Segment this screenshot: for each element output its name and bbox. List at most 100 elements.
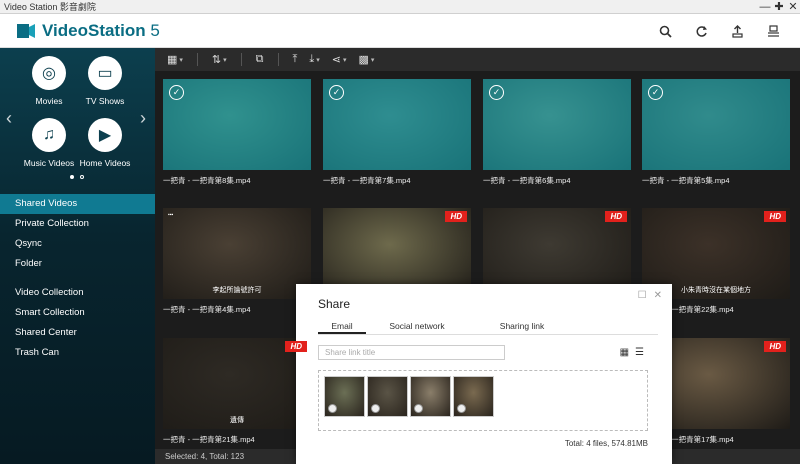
video-thumbnail[interactable]: HD 遺傳 (163, 338, 311, 429)
remove-check-icon[interactable] (328, 404, 337, 413)
selected-files-area (318, 370, 648, 431)
video-tile[interactable]: HD 遺傳 一把青 - 一把青第21集.mp4 (163, 338, 311, 445)
dialog-title: Share (318, 297, 351, 311)
grid-view-icon[interactable]: ▦ ▾ (163, 50, 187, 69)
upload-icon[interactable]: ⤒ (289, 50, 302, 69)
video-thumbnail[interactable]: ▪▪▪ 李起所論號許可 (163, 208, 311, 299)
video-thumbnail[interactable]: ✓ (323, 79, 471, 170)
video-thumbnail[interactable]: ✓ (483, 79, 631, 170)
video-thumbnail[interactable]: ✓ (642, 79, 790, 170)
grid-view-icon[interactable]: ▦ (620, 347, 629, 358)
sidebar-item-smart-collection[interactable]: Smart Collection (0, 303, 155, 323)
video-name: 一把青 - 一把青第21集.mp4 (163, 435, 255, 444)
hd-badge: HD (764, 341, 786, 352)
category-home-videos[interactable]: ▶ Home Videos (75, 118, 135, 168)
sidebar-item-folder[interactable]: Folder (0, 254, 155, 274)
video-tile[interactable]: ✓ 一把青 - 一把青第8集.mp4 (163, 79, 311, 186)
carousel-dots (70, 175, 84, 179)
selected-check-icon[interactable]: ✓ (169, 85, 184, 100)
sort-icon[interactable]: ⇅ ▾ (208, 50, 231, 69)
tab-sharing-link[interactable]: Sharing link (482, 321, 562, 334)
app-name: VideoStation (42, 20, 146, 40)
category-label: Home Videos (79, 158, 131, 168)
download-icon[interactable]: ⤓ ▾ (305, 50, 323, 69)
sidebar-item-shared-center[interactable]: Shared Center (0, 323, 155, 343)
category-tv-shows[interactable]: ▭ TV Shows (75, 56, 135, 106)
video-thumbnail[interactable]: HD 小朱青時沒在某個地方 (642, 208, 790, 299)
selected-check-icon[interactable]: ✓ (489, 85, 504, 100)
subtitle-text: 遺傳 (230, 417, 244, 424)
sidebar-item-video-collection[interactable]: Video Collection (0, 283, 155, 303)
selected-check-icon[interactable]: ✓ (648, 85, 663, 100)
hd-badge: HD (605, 211, 627, 222)
video-tile[interactable]: ✓ 一把青 - 一把青第5集.mp4 (642, 79, 790, 186)
film-reel-icon: ◎ (32, 56, 66, 90)
qr-code-icon[interactable]: ▩ ▾ (355, 50, 379, 69)
video-tile[interactable]: ▪▪▪ 李起所論號許可 一把青 - 一把青第4集.mp4 (163, 208, 311, 315)
refresh-icon[interactable] (690, 20, 712, 42)
camcorder-icon: ▶ (88, 118, 122, 152)
music-note-icon: ♫ (32, 118, 66, 152)
sidebar-nav: Shared Videos Private Collection Qsync F… (0, 194, 155, 363)
category-carousel: ‹ › ◎ Movies ▭ TV Shows ♫ Music Videos ▶… (0, 48, 155, 188)
share-dialog: Share ☐ ✕ Email Social network Sharing l… (296, 284, 672, 464)
sidebar-item-private-collection[interactable]: Private Collection (0, 214, 155, 234)
file-thumbnail[interactable] (367, 376, 408, 417)
share-link-title-input[interactable] (318, 345, 505, 360)
video-thumbnail[interactable]: ✓ (163, 79, 311, 170)
app-header: VideoStation 5 (0, 14, 800, 48)
remove-check-icon[interactable] (371, 404, 380, 413)
category-label: TV Shows (85, 96, 125, 106)
carousel-dot[interactable] (80, 175, 84, 179)
hd-badge: HD (764, 211, 786, 222)
video-name: 一把青 - 一把青第8集.mp4 (163, 176, 251, 185)
app-logo: VideoStation 5 (0, 21, 160, 41)
list-view-icon[interactable]: ☰ (635, 347, 644, 358)
close-button[interactable]: ✕ (786, 0, 800, 14)
remove-check-icon[interactable] (414, 404, 423, 413)
tab-social-network[interactable]: Social network (372, 321, 462, 334)
minimize-button[interactable]: — (758, 0, 772, 14)
upload-icon[interactable] (726, 20, 748, 42)
sidebar-item-qsync[interactable]: Qsync (0, 234, 155, 254)
video-name: 一把青 - 一把青第6集.mp4 (483, 176, 571, 185)
subtitle-text: 小朱青時沒在某個地方 (681, 287, 751, 294)
category-movies[interactable]: ◎ Movies (19, 56, 79, 106)
category-label: Movies (35, 96, 63, 106)
videostation-logo-icon (16, 22, 36, 40)
sidebar-item-trash-can[interactable]: Trash Can (0, 343, 155, 363)
toolbar: ▦ ▾ ⇅ ▾ ⧉ ⤒ ⤓ ▾ ⋖ ▾ ▩ ▾ (155, 48, 800, 71)
video-name: 一把青 - 一把青第4集.mp4 (163, 305, 251, 314)
hd-badge: HD (285, 341, 307, 352)
selected-check-icon[interactable]: ✓ (329, 85, 344, 100)
channel-watermark: ▪▪▪ (168, 212, 174, 218)
carousel-dot[interactable] (70, 175, 74, 179)
sidebar: ‹ › ◎ Movies ▭ TV Shows ♫ Music Videos ▶… (0, 48, 155, 464)
share-tabs: Email Social network Sharing link (318, 321, 658, 335)
tv-icon: ▭ (88, 56, 122, 90)
copy-icon[interactable]: ⧉ (252, 50, 268, 69)
video-tile[interactable]: ✓ 一把青 - 一把青第6集.mp4 (483, 79, 631, 186)
carousel-prev-icon[interactable]: ‹ (6, 108, 12, 129)
window-title-bar: Video Station 影音劇院 — ✚ ✕ (0, 0, 800, 14)
share-icon[interactable]: ⋖ ▾ (328, 50, 351, 69)
settings-icon[interactable] (762, 20, 784, 42)
maximize-button[interactable]: ✚ (772, 0, 786, 14)
total-size: Total: 4 files, 574.81MB (564, 439, 648, 448)
video-tile[interactable]: ✓ 一把青 - 一把青第7集.mp4 (323, 79, 471, 186)
carousel-next-icon[interactable]: › (140, 108, 146, 129)
video-name: 一把青 - 一把青第7集.mp4 (323, 176, 411, 185)
file-thumbnail[interactable] (410, 376, 451, 417)
remove-check-icon[interactable] (457, 404, 466, 413)
tab-email[interactable]: Email (318, 321, 366, 334)
category-label: Music Videos (23, 158, 75, 168)
search-icon[interactable] (654, 20, 676, 42)
file-thumbnail[interactable] (324, 376, 365, 417)
video-name: 一把青 - 一把青第5集.mp4 (642, 176, 730, 185)
app-version: 5 (150, 20, 160, 40)
file-thumbnail[interactable] (453, 376, 494, 417)
sidebar-item-shared-videos[interactable]: Shared Videos (0, 194, 155, 214)
window-title: Video Station 影音劇院 (4, 2, 96, 12)
category-music-videos[interactable]: ♫ Music Videos (19, 118, 79, 168)
hd-badge: HD (445, 211, 467, 222)
